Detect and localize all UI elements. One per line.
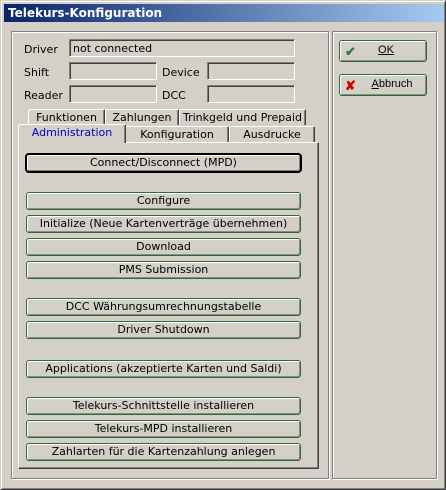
window-title: Telekurs-Konfiguration (8, 6, 163, 20)
device-label: Device (162, 66, 200, 79)
driver-shutdown-button[interactable]: Driver Shutdown (26, 321, 301, 339)
config-window: Telekurs-Konfiguration Driver not connec… (0, 0, 446, 490)
ok-label: OK (378, 44, 394, 56)
dcc-label: DCC (162, 89, 186, 102)
configure-button[interactable]: Configure (26, 192, 301, 210)
cancel-button[interactable]: ✘ Abbruch (339, 74, 427, 96)
tab-ausdrucke[interactable]: Ausdrucke (229, 126, 315, 142)
title-bar[interactable]: Telekurs-Konfiguration (4, 4, 444, 22)
driver-field: not connected (69, 39, 295, 57)
dcc-exchange-table-button[interactable]: DCC Währungsumrechnungstabelle (26, 298, 301, 316)
device-field (207, 62, 295, 80)
create-payment-types-button[interactable]: Zahlarten für die Kartenzahlung anlegen (26, 443, 301, 461)
x-icon: ✘ (345, 78, 356, 93)
ok-button[interactable]: ✔ OK (339, 40, 427, 62)
initialize-button[interactable]: Initialize (Neue Kartenverträge übernehm… (26, 215, 301, 233)
tab-konfiguration[interactable]: Konfiguration (125, 126, 229, 142)
reader-field (69, 85, 157, 103)
install-telekurs-mpd-button[interactable]: Telekurs-MPD installieren (26, 420, 301, 438)
driver-label: Driver (24, 43, 58, 56)
connect-disconnect-button[interactable]: Connect/Disconnect (MPD) (26, 154, 301, 172)
shift-label: Shift (24, 66, 50, 79)
tab-administration[interactable]: Administration (18, 124, 126, 143)
applications-button[interactable]: Applications (akzeptierte Karten und Sal… (26, 360, 301, 378)
shift-field (69, 62, 157, 80)
download-button[interactable]: Download (26, 238, 301, 256)
side-panel (332, 31, 437, 479)
tab-trinkgeld-prepaid[interactable]: Trinkgeld und Prepaid (179, 109, 306, 125)
reader-label: Reader (24, 89, 63, 102)
tab-zahlungen[interactable]: Zahlungen (105, 109, 179, 125)
tab-funktionen[interactable]: Funktionen (28, 109, 105, 125)
install-telekurs-interface-button[interactable]: Telekurs-Schnittstelle installieren (26, 397, 301, 415)
dcc-field (207, 85, 295, 103)
cancel-label: Abbruch (371, 78, 413, 90)
pms-submission-button[interactable]: PMS Submission (26, 261, 301, 279)
